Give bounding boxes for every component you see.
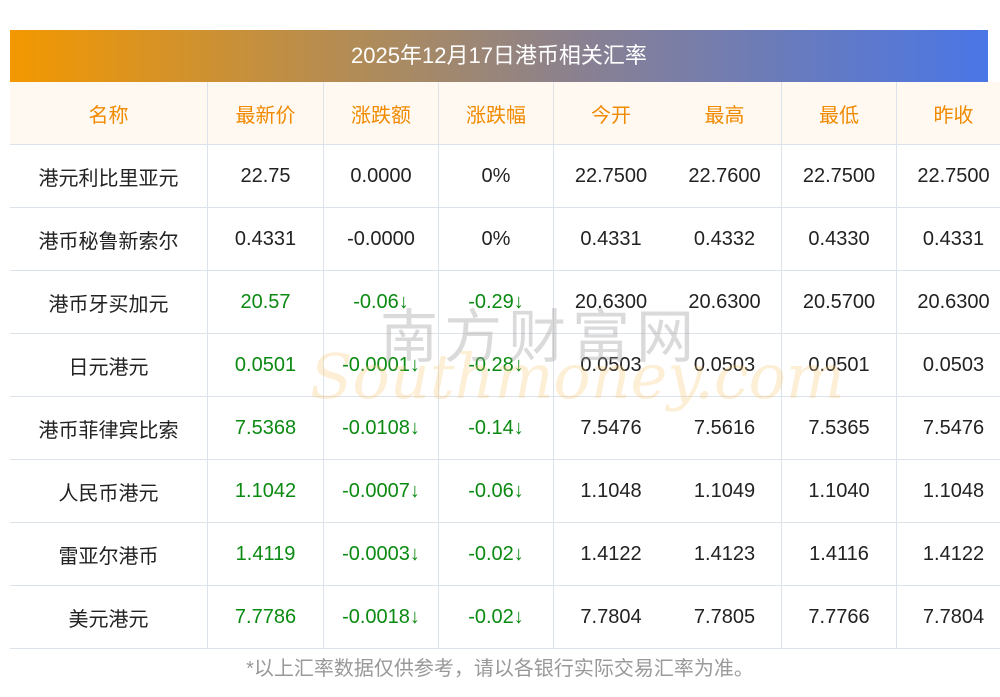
table-row: 港币菲律宾比索 7.5368 -0.0108↓ -0.14↓ 7.5476 7.5616 7… — [10, 396, 1000, 460]
rate-cell: 7.7766 — [781, 585, 897, 649]
rate-cell: 0.4330 — [781, 207, 897, 271]
rate-cell: 0.4331 — [207, 207, 324, 271]
rate-cell: 22.75 — [207, 144, 324, 208]
rate-cell: 22.7500 — [553, 144, 668, 208]
rate-cell: 1.1040 — [781, 459, 897, 523]
rate-cell: 7.5476 — [896, 396, 1000, 460]
rate-cell: 22.7500 — [781, 144, 897, 208]
rate-cell: 20.6300 — [553, 270, 668, 334]
rate-cell: -0.14↓ — [438, 396, 554, 460]
rate-cell: 7.7805 — [668, 585, 782, 649]
rate-cell: 7.7804 — [553, 585, 668, 649]
page-title: 2025年12月17日港币相关汇率 — [10, 30, 988, 82]
rate-cell: -0.0000 — [323, 207, 439, 271]
rate-cell: 1.4123 — [668, 522, 782, 586]
rate-cell: 0.4332 — [668, 207, 782, 271]
currency-pair-name: 人民币港元 — [10, 459, 208, 523]
currency-pair-name: 港币牙买加元 — [10, 270, 208, 334]
rate-cell: -0.0001↓ — [323, 333, 439, 397]
rate-cell: 1.4122 — [896, 522, 1000, 586]
rate-cell: 7.7804 — [896, 585, 1000, 649]
rate-cell: 1.4122 — [553, 522, 668, 586]
table-row: 美元港元 7.7786 -0.0018↓ -0.02↓ 7.7804 7.7805 7.77… — [10, 585, 1000, 649]
table-row: 港币秘鲁新索尔 0.4331 -0.0000 0% 0.4331 0.4332 0.4330… — [10, 207, 1000, 271]
rate-cell: 7.7786 — [207, 585, 324, 649]
disclaimer: *以上汇率数据仅供参考，请以各银行实际交易汇率为准。 — [246, 658, 754, 680]
table-row: 雷亚尔港币 1.4119 -0.0003↓ -0.02↓ 1.4122 1.4123 1.4… — [10, 522, 1000, 586]
rate-cell: 0.0503 — [668, 333, 782, 397]
rate-cell: -0.0108↓ — [323, 396, 439, 460]
rate-cell: 0.0501 — [781, 333, 897, 397]
rate-cell: 7.5616 — [668, 396, 782, 460]
column-header: 最新价 — [207, 82, 324, 145]
rate-cell: 1.1049 — [668, 459, 782, 523]
column-header: 今开 — [553, 82, 668, 145]
currency-pair-name: 雷亚尔港币 — [10, 522, 208, 586]
exchange-rate-table: 名称 最新价 涨跌额 涨跌幅 今开 最高 最低 昨收 港元利比里亚元 22.75 0.0000 0%… — [10, 82, 1000, 649]
table-row: 港元利比里亚元 22.75 0.0000 0% 22.7500 22.7600 22.750… — [10, 144, 1000, 208]
rate-cell: 1.1048 — [896, 459, 1000, 523]
rate-cell: 0.0000 — [323, 144, 439, 208]
rate-cell: 20.5700 — [781, 270, 897, 334]
rate-cell: 1.1042 — [207, 459, 324, 523]
rate-cell: -0.02↓ — [438, 585, 554, 649]
currency-pair-name: 港币秘鲁新索尔 — [10, 207, 208, 271]
rate-cell: -0.0003↓ — [323, 522, 439, 586]
rate-cell: -0.06↓ — [323, 270, 439, 334]
rate-cell: -0.29↓ — [438, 270, 554, 334]
column-header: 最低 — [781, 82, 897, 145]
table-row: 日元港元 0.0501 -0.0001↓ -0.28↓ 0.0503 0.0503 0.05… — [10, 333, 1000, 397]
table-row: 港币牙买加元 20.57 -0.06↓ -0.29↓ 20.6300 20.6300 20.… — [10, 270, 1000, 334]
rate-cell: 0.0501 — [207, 333, 324, 397]
column-header: 昨收 — [896, 82, 1000, 145]
rate-cell: -0.02↓ — [438, 522, 554, 586]
column-header: 涨跌幅 — [438, 82, 554, 145]
rate-cell: 0.4331 — [553, 207, 668, 271]
rate-cell: -0.06↓ — [438, 459, 554, 523]
rate-cell: 1.4119 — [207, 522, 324, 586]
rate-cell: 0% — [438, 207, 554, 271]
column-header: 名称 — [10, 82, 208, 145]
rate-cell: 20.6300 — [896, 270, 1000, 334]
currency-pair-name: 美元港元 — [10, 585, 208, 649]
rate-cell: 0.0503 — [896, 333, 1000, 397]
rate-cell: 0% — [438, 144, 554, 208]
rate-cell: -0.0007↓ — [323, 459, 439, 523]
rate-cell: 0.4331 — [896, 207, 1000, 271]
currency-pair-name: 日元港元 — [10, 333, 208, 397]
currency-pair-name: 港币菲律宾比索 — [10, 396, 208, 460]
rate-cell: 1.1048 — [553, 459, 668, 523]
column-header: 最高 — [668, 82, 782, 145]
rate-cell: 20.6300 — [668, 270, 782, 334]
rate-cell: -0.0018↓ — [323, 585, 439, 649]
rate-cell: 20.57 — [207, 270, 324, 334]
rate-cell: 22.7600 — [668, 144, 782, 208]
rate-cell: 0.0503 — [553, 333, 668, 397]
rate-cell: 1.4116 — [781, 522, 897, 586]
rate-cell: 22.7500 — [896, 144, 1000, 208]
column-header: 涨跌额 — [323, 82, 439, 145]
currency-pair-name: 港元利比里亚元 — [10, 144, 208, 208]
rate-cell: 7.5368 — [207, 396, 324, 460]
rate-cell: -0.28↓ — [438, 333, 554, 397]
table-row: 人民币港元 1.1042 -0.0007↓ -0.06↓ 1.1048 1.1049 1.1… — [10, 459, 1000, 523]
rate-cell: 7.5476 — [553, 396, 668, 460]
rate-cell: 7.5365 — [781, 396, 897, 460]
